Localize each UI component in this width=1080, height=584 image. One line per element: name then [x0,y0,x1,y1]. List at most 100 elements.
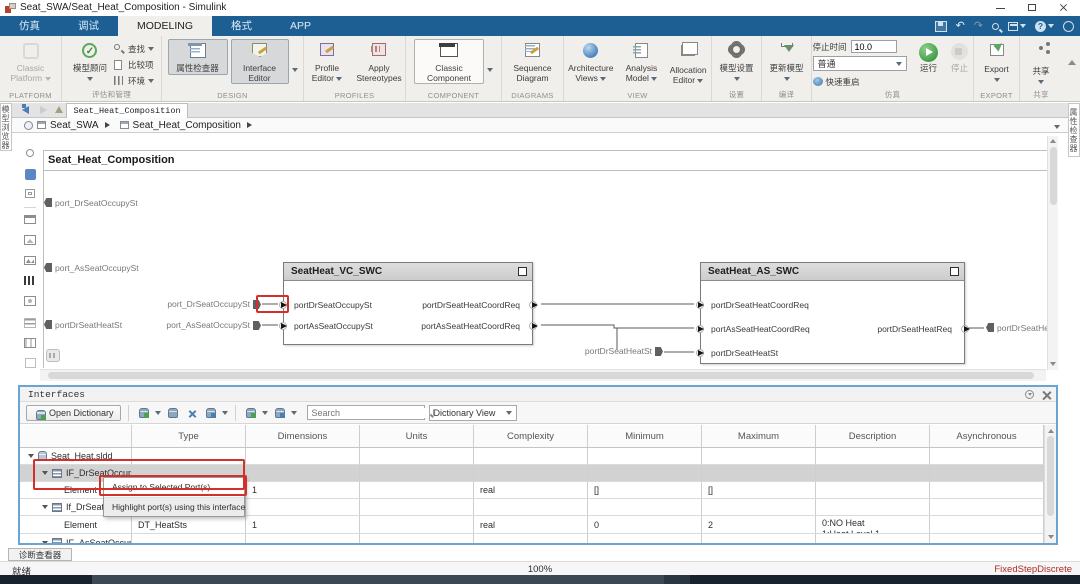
property-inspector-button[interactable]: 属性检查器 [167,39,228,75]
redo-icon[interactable]: ↷ [974,20,983,32]
column-header[interactable]: Description [816,425,930,447]
port-glyph[interactable] [44,198,52,207]
input-port-icon[interactable] [698,301,704,308]
output-port-icon[interactable] [532,301,538,308]
layout-menu-button[interactable] [1008,21,1026,31]
save-dictionary-button[interactable] [165,405,180,420]
sequence-diagram-button[interactable]: Sequence Diagram [505,39,561,84]
interface-editor-button[interactable]: Interface Editor [230,39,289,84]
port-label[interactable]: portAsSeatOccupySt [294,321,373,331]
column-header[interactable]: Complexity [474,425,588,447]
boundary-port-label[interactable]: port_DrSeatOccupySt [55,198,138,208]
apply-stereotypes-button[interactable]: Apply Stereotypes [353,39,405,84]
port-label[interactable]: portDrSeatHeatReq [877,324,952,334]
component-block-vc[interactable]: SeatHeat_VC_SWC portDrSeatOccupySt portA… [279,262,538,345]
tab-format[interactable]: 格式 [212,16,271,36]
tab-simulation[interactable]: 仿真 [0,16,59,36]
port-label[interactable]: portDrSeatHeatCoordReq [422,300,520,310]
design-dropdown-button[interactable] [291,39,298,77]
port-label[interactable]: portAsSeatHeatCoordReq [421,321,520,331]
classic-component-button[interactable]: Classic Component [414,39,484,84]
panel-minimize-icon[interactable] [1025,390,1034,399]
snapshot-icon[interactable] [22,296,38,310]
close-dictionary-button[interactable] [184,405,199,420]
area-icon[interactable] [22,358,38,372]
component-badge-icon[interactable] [518,267,527,276]
input-port-icon[interactable] [698,349,704,356]
analysis-model-button[interactable]: Analysis Model [621,39,663,84]
viewpoint-icon[interactable] [22,169,38,183]
barcode-icon[interactable] [22,276,38,290]
column-header[interactable]: Maximum [702,425,816,447]
undo-icon[interactable]: ↶ [956,20,965,32]
search-input[interactable] [307,407,433,418]
zoom-fit-icon[interactable] [22,149,38,163]
column-header[interactable]: Asynchronous [930,425,1044,447]
input-port-icon[interactable] [698,325,704,332]
image-icon[interactable] [22,235,38,249]
property-inspector-side-tab[interactable]: 属性检查器 [1068,103,1080,157]
component-header[interactable]: SeatHeat_VC_SWC [284,263,532,281]
port-glyph[interactable] [986,323,994,332]
add-element-button[interactable] [272,405,287,420]
toolstrip-collapse-icon[interactable] [1063,20,1074,32]
open-dictionary-button[interactable]: Open Dictionary [26,404,121,421]
diagram-canvas[interactable]: Seat_Heat_Composition port_DrSeatOccupyS… [12,133,1068,383]
component-badge-icon[interactable] [950,267,959,276]
boundary-port-label[interactable]: portDrSeatHeatSt [55,320,122,330]
export-button[interactable]: Export [976,39,1018,85]
ext-input-label[interactable]: port_DrSeatOccupySt [150,299,250,309]
view-mode-select[interactable]: Dictionary View [428,404,517,421]
tab-modeling[interactable]: MODELING [118,16,213,36]
component-header[interactable]: SeatHeat_AS_SWC [701,263,964,281]
port-glyph[interactable] [44,320,52,329]
table-row[interactable]: Element DT_HeatSts 1 real 0 2 0:NO Heat1… [20,516,1044,534]
scope-icon[interactable] [22,256,38,270]
document-tab[interactable]: Seat_Heat_Composition [66,103,188,118]
boundary-port-label[interactable]: port_AsSeatOccupySt [55,263,139,273]
model-settings-button[interactable]: 模型设置 [715,39,759,84]
minimize-button[interactable] [984,0,1016,15]
annotation-icon[interactable] [22,215,38,229]
environment-button[interactable]: 环境 [113,73,154,88]
navigate-up-icon[interactable] [55,106,65,115]
breadcrumb-item-root[interactable]: Seat_SWA [50,120,99,131]
canvas-vertical-scrollbar[interactable] [1047,136,1058,370]
model-badge-icon[interactable] [24,120,33,130]
component-block-as[interactable]: SeatHeat_AS_SWC portDrSeatHeatCoordReq p… [696,262,970,364]
forward-icon[interactable] [40,106,50,115]
port-glyph[interactable] [44,263,52,272]
ribbon-collapse-icon[interactable] [1068,60,1076,65]
architecture-views-button[interactable]: Architecture Views [564,39,618,84]
tab-app[interactable]: APP [271,16,330,36]
fast-restart-button[interactable]: 快速重启 [812,74,911,89]
help-menu-button[interactable]: ? [1035,20,1054,32]
composition-title[interactable]: Seat_Heat_Composition [48,154,175,166]
port-label[interactable]: portDrSeatOccupySt [294,300,372,310]
table-row[interactable]: IF_AsSeatOccup [20,534,1044,543]
search-icon[interactable] [992,22,999,30]
port-label[interactable]: portDrSeatHeatCoordReq [711,300,809,310]
stamp-icon[interactable] [22,338,38,352]
close-button[interactable] [1048,0,1080,15]
save-icon[interactable] [934,20,947,32]
pan-icon[interactable] [46,349,60,362]
column-header[interactable]: Dimensions [246,425,360,447]
back-icon[interactable] [22,106,32,115]
add-interface-button[interactable] [243,405,258,420]
model-advisor-button[interactable]: ✓ 模型顾问 [69,39,111,84]
panel-close-icon[interactable] [1042,390,1052,400]
input-port-icon[interactable] [281,322,287,329]
model-browser-side-tab[interactable]: 模型浏览器 [0,103,12,151]
port-label[interactable]: portDrSeatHeatSt [711,348,778,358]
canvas-horizontal-scrollbar[interactable] [40,369,1046,381]
tab-debug[interactable]: 调试 [59,16,118,36]
menu-item-highlight-port[interactable]: Highlight port(s) using this interface [104,497,245,516]
diagnostic-viewer-button[interactable]: 诊断查看器 [8,548,72,561]
maximize-button[interactable] [1016,0,1048,15]
interfaces-search[interactable] [306,405,435,420]
breadcrumb-dropdown-icon[interactable] [1054,116,1060,134]
column-header[interactable]: Type [132,425,246,447]
import-dictionary-button[interactable] [203,405,218,420]
update-model-button[interactable]: 更新模型 [765,39,809,84]
